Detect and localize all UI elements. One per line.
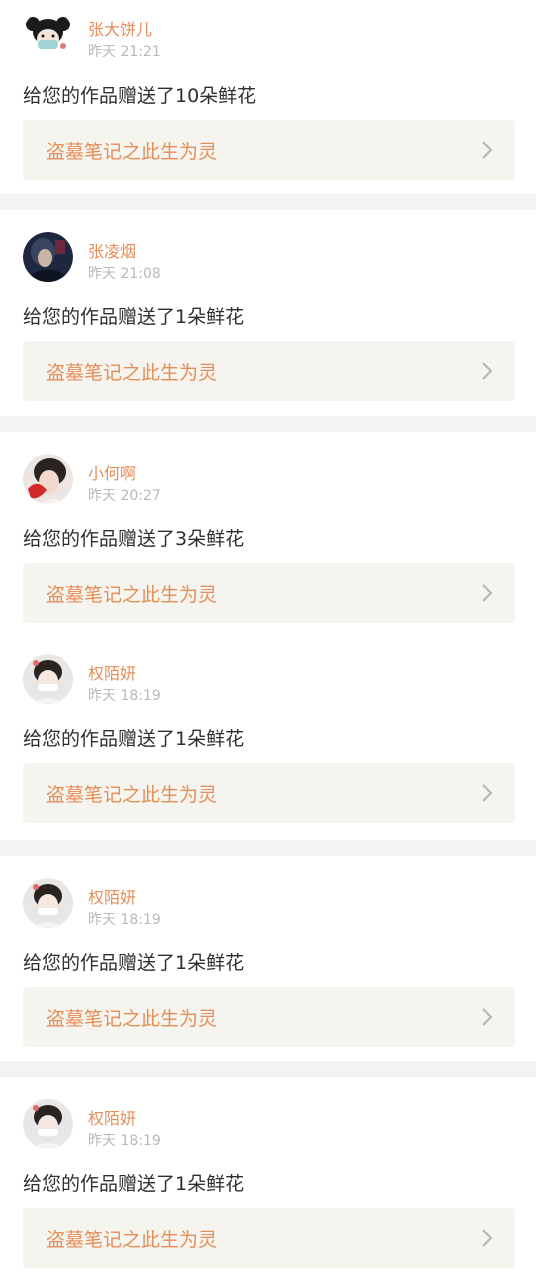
timestamp: 昨天 18:19 <box>88 912 161 928</box>
notification-card: 张凌烟 昨天 21:08 给您的作品赠送了1朵鲜花 盗墓笔记之此生为灵 <box>0 210 536 416</box>
chevron-right-icon <box>482 1008 493 1026</box>
gift-message: 给您的作品赠送了3朵鲜花 <box>23 528 245 550</box>
user-avatar[interactable] <box>23 1099 73 1149</box>
work-link[interactable]: 盗墓笔记之此生为灵 <box>23 563 515 623</box>
work-title: 盗墓笔记之此生为灵 <box>46 1008 218 1030</box>
work-link[interactable]: 盗墓笔记之此生为灵 <box>23 341 515 401</box>
user-avatar[interactable] <box>23 454 73 504</box>
separator <box>0 1061 536 1077</box>
separator <box>0 840 536 856</box>
work-title: 盗墓笔记之此生为灵 <box>46 362 218 384</box>
gift-message: 给您的作品赠送了10朵鲜花 <box>23 85 257 107</box>
user-name[interactable]: 张大饼儿 <box>88 16 152 40</box>
chevron-right-icon <box>482 362 493 380</box>
work-link[interactable]: 盗墓笔记之此生为灵 <box>23 987 515 1047</box>
work-title: 盗墓笔记之此生为灵 <box>46 784 218 806</box>
user-name[interactable]: 张凌烟 <box>88 238 136 262</box>
timestamp: 昨天 21:21 <box>88 44 161 60</box>
user-name[interactable]: 权陌妍 <box>88 1105 136 1129</box>
gift-message: 给您的作品赠送了1朵鲜花 <box>23 306 245 328</box>
timestamp: 昨天 20:27 <box>88 488 161 504</box>
work-link[interactable]: 盗墓笔记之此生为灵 <box>23 1208 515 1268</box>
separator <box>0 416 536 432</box>
user-avatar[interactable] <box>23 878 73 928</box>
notification-card: 小何啊 昨天 20:27 给您的作品赠送了3朵鲜花 盗墓笔记之此生为灵 <box>0 432 536 634</box>
separator <box>0 194 536 210</box>
user-name[interactable]: 权陌妍 <box>88 660 136 684</box>
gift-message: 给您的作品赠送了1朵鲜花 <box>23 952 245 974</box>
user-avatar[interactable] <box>23 232 73 282</box>
chevron-right-icon <box>482 1229 493 1247</box>
notification-card: 权陌妍 昨天 18:19 给您的作品赠送了1朵鲜花 盗墓笔记之此生为灵 <box>0 1077 536 1288</box>
user-avatar[interactable] <box>23 10 73 60</box>
work-title: 盗墓笔记之此生为灵 <box>46 141 218 163</box>
gift-notification-feed: 张大饼儿 昨天 21:21 给您的作品赠送了10朵鲜花 盗墓笔记之此生为灵 张凌… <box>0 0 536 1288</box>
gift-message: 给您的作品赠送了1朵鲜花 <box>23 728 245 750</box>
notification-card: 张大饼儿 昨天 21:21 给您的作品赠送了10朵鲜花 盗墓笔记之此生为灵 <box>0 0 536 194</box>
gift-message: 给您的作品赠送了1朵鲜花 <box>23 1173 245 1195</box>
chevron-right-icon <box>482 784 493 802</box>
timestamp: 昨天 18:19 <box>88 688 161 704</box>
user-name[interactable]: 权陌妍 <box>88 884 136 908</box>
timestamp: 昨天 21:08 <box>88 266 161 282</box>
user-avatar[interactable] <box>23 654 73 704</box>
chevron-right-icon <box>482 141 493 159</box>
timestamp: 昨天 18:19 <box>88 1133 161 1149</box>
user-name[interactable]: 小何啊 <box>88 460 136 484</box>
work-title: 盗墓笔记之此生为灵 <box>46 1229 218 1251</box>
chevron-right-icon <box>482 584 493 602</box>
work-link[interactable]: 盗墓笔记之此生为灵 <box>23 763 515 823</box>
notification-card: 权陌妍 昨天 18:19 给您的作品赠送了1朵鲜花 盗墓笔记之此生为灵 <box>0 634 536 840</box>
work-title: 盗墓笔记之此生为灵 <box>46 584 218 606</box>
notification-card: 权陌妍 昨天 18:19 给您的作品赠送了1朵鲜花 盗墓笔记之此生为灵 <box>0 856 536 1061</box>
work-link[interactable]: 盗墓笔记之此生为灵 <box>23 120 515 180</box>
